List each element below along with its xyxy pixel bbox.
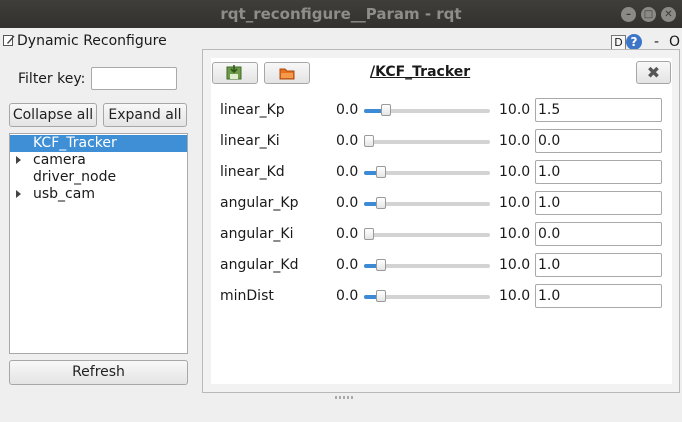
- param-slider-angular-ki[interactable]: [364, 228, 490, 241]
- param-slider-linear-kd[interactable]: [364, 166, 490, 179]
- minimize-button[interactable]: –: [621, 7, 636, 22]
- maximize-button[interactable]: □: [641, 7, 656, 22]
- expand-all-button[interactable]: Expand all: [103, 103, 187, 127]
- save-icon: [226, 65, 242, 80]
- param-value-angular-kp[interactable]: 1.0: [535, 191, 662, 215]
- param-name-mindist: minDist: [220, 288, 274, 304]
- node-tree[interactable]: KCF_Tracker camera driver_node usb_cam: [9, 133, 188, 354]
- param-min-mindist: 0.0: [336, 288, 359, 304]
- slider-handle[interactable]: [376, 197, 386, 209]
- param-max-angular-kd: 10.0: [499, 257, 531, 273]
- slider-handle[interactable]: [376, 166, 386, 178]
- load-button[interactable]: [264, 62, 310, 84]
- param-value-mindist[interactable]: 1.0: [535, 284, 662, 308]
- param-min-linear-ki: 0.0: [336, 133, 359, 149]
- tree-item-camera[interactable]: camera: [10, 152, 187, 169]
- node-title: /KCF_Tracker: [370, 64, 471, 80]
- slider-handle[interactable]: [381, 104, 391, 116]
- save-button[interactable]: [212, 62, 258, 84]
- param-max-linear-kp: 10.0: [499, 102, 531, 118]
- param-slider-linear-ki[interactable]: [364, 135, 490, 148]
- param-value-linear-ki[interactable]: 0.0: [535, 129, 662, 153]
- filter-key-label: Filter key:: [18, 71, 86, 87]
- param-name-angular-kp: angular_Kp: [220, 195, 299, 211]
- tree-item-label: driver_node: [33, 169, 117, 185]
- param-max-angular-kp: 10.0: [499, 195, 531, 211]
- param-max-mindist: 10.0: [499, 288, 531, 304]
- param-max-linear-kd: 10.0: [499, 164, 531, 180]
- param-value-angular-ki[interactable]: 0.0: [535, 222, 662, 246]
- slider-handle[interactable]: [364, 228, 374, 240]
- param-value-linear-kd[interactable]: 1.0: [535, 160, 662, 184]
- param-slider-angular-kp[interactable]: [364, 197, 490, 210]
- param-name-linear-kp: linear_Kp: [220, 102, 285, 118]
- minimize-plugin-button[interactable]: -: [654, 34, 659, 50]
- expand-arrow-icon[interactable]: [16, 156, 21, 164]
- slider-handle[interactable]: [376, 290, 386, 302]
- close-window-button[interactable]: ✕: [661, 7, 676, 22]
- window-titlebar: rqt_reconfigure__Param - rqt: [0, 0, 682, 28]
- param-value-angular-kd[interactable]: 1.0: [535, 253, 662, 277]
- param-name-linear-ki: linear_Ki: [220, 133, 280, 149]
- param-name-angular-ki: angular_Ki: [220, 226, 294, 242]
- tree-item-driver-node[interactable]: driver_node: [10, 169, 187, 186]
- tree-item-label: camera: [33, 152, 86, 168]
- tree-item-kcf-tracker[interactable]: KCF_Tracker: [10, 135, 187, 152]
- param-slider-mindist[interactable]: [364, 290, 490, 303]
- param-name-linear-kd: linear_Kd: [220, 164, 285, 180]
- load-icon: [279, 68, 295, 80]
- help-icon[interactable]: ?: [626, 34, 642, 50]
- param-min-linear-kd: 0.0: [336, 164, 359, 180]
- tree-item-usb-cam[interactable]: usb_cam: [10, 186, 187, 203]
- param-value-linear-kp[interactable]: 1.5: [535, 98, 662, 122]
- close-icon: ✖: [646, 63, 661, 82]
- plugin-options-button[interactable]: O: [669, 34, 680, 50]
- expand-arrow-icon[interactable]: [16, 190, 21, 198]
- param-max-angular-ki: 10.0: [499, 226, 531, 242]
- slider-track[interactable]: [364, 140, 490, 144]
- param-min-angular-kp: 0.0: [336, 195, 359, 211]
- slider-track[interactable]: [364, 233, 490, 237]
- close-node-button[interactable]: ✖: [636, 61, 671, 84]
- resize-grip[interactable]: [335, 396, 353, 399]
- plugin-title: Dynamic Reconfigure: [17, 33, 167, 49]
- param-name-angular-kd: angular_Kd: [220, 257, 299, 273]
- param-max-linear-ki: 10.0: [499, 133, 531, 149]
- refresh-button[interactable]: Refresh: [9, 360, 188, 385]
- param-min-linear-kp: 0.0: [336, 102, 359, 118]
- collapse-all-button[interactable]: Collapse all: [9, 103, 97, 127]
- window-title: rqt_reconfigure__Param - rqt: [220, 5, 462, 23]
- param-slider-angular-kd[interactable]: [364, 259, 490, 272]
- tree-item-label: usb_cam: [33, 186, 95, 202]
- param-min-angular-kd: 0.0: [336, 257, 359, 273]
- slider-handle[interactable]: [364, 135, 374, 147]
- param-min-angular-ki: 0.0: [336, 226, 359, 242]
- tree-item-label: KCF_Tracker: [33, 135, 117, 151]
- param-slider-linear-kp[interactable]: [364, 104, 490, 117]
- filter-key-input[interactable]: [91, 67, 177, 90]
- pencil-icon: [3, 35, 15, 46]
- slider-handle[interactable]: [376, 259, 386, 271]
